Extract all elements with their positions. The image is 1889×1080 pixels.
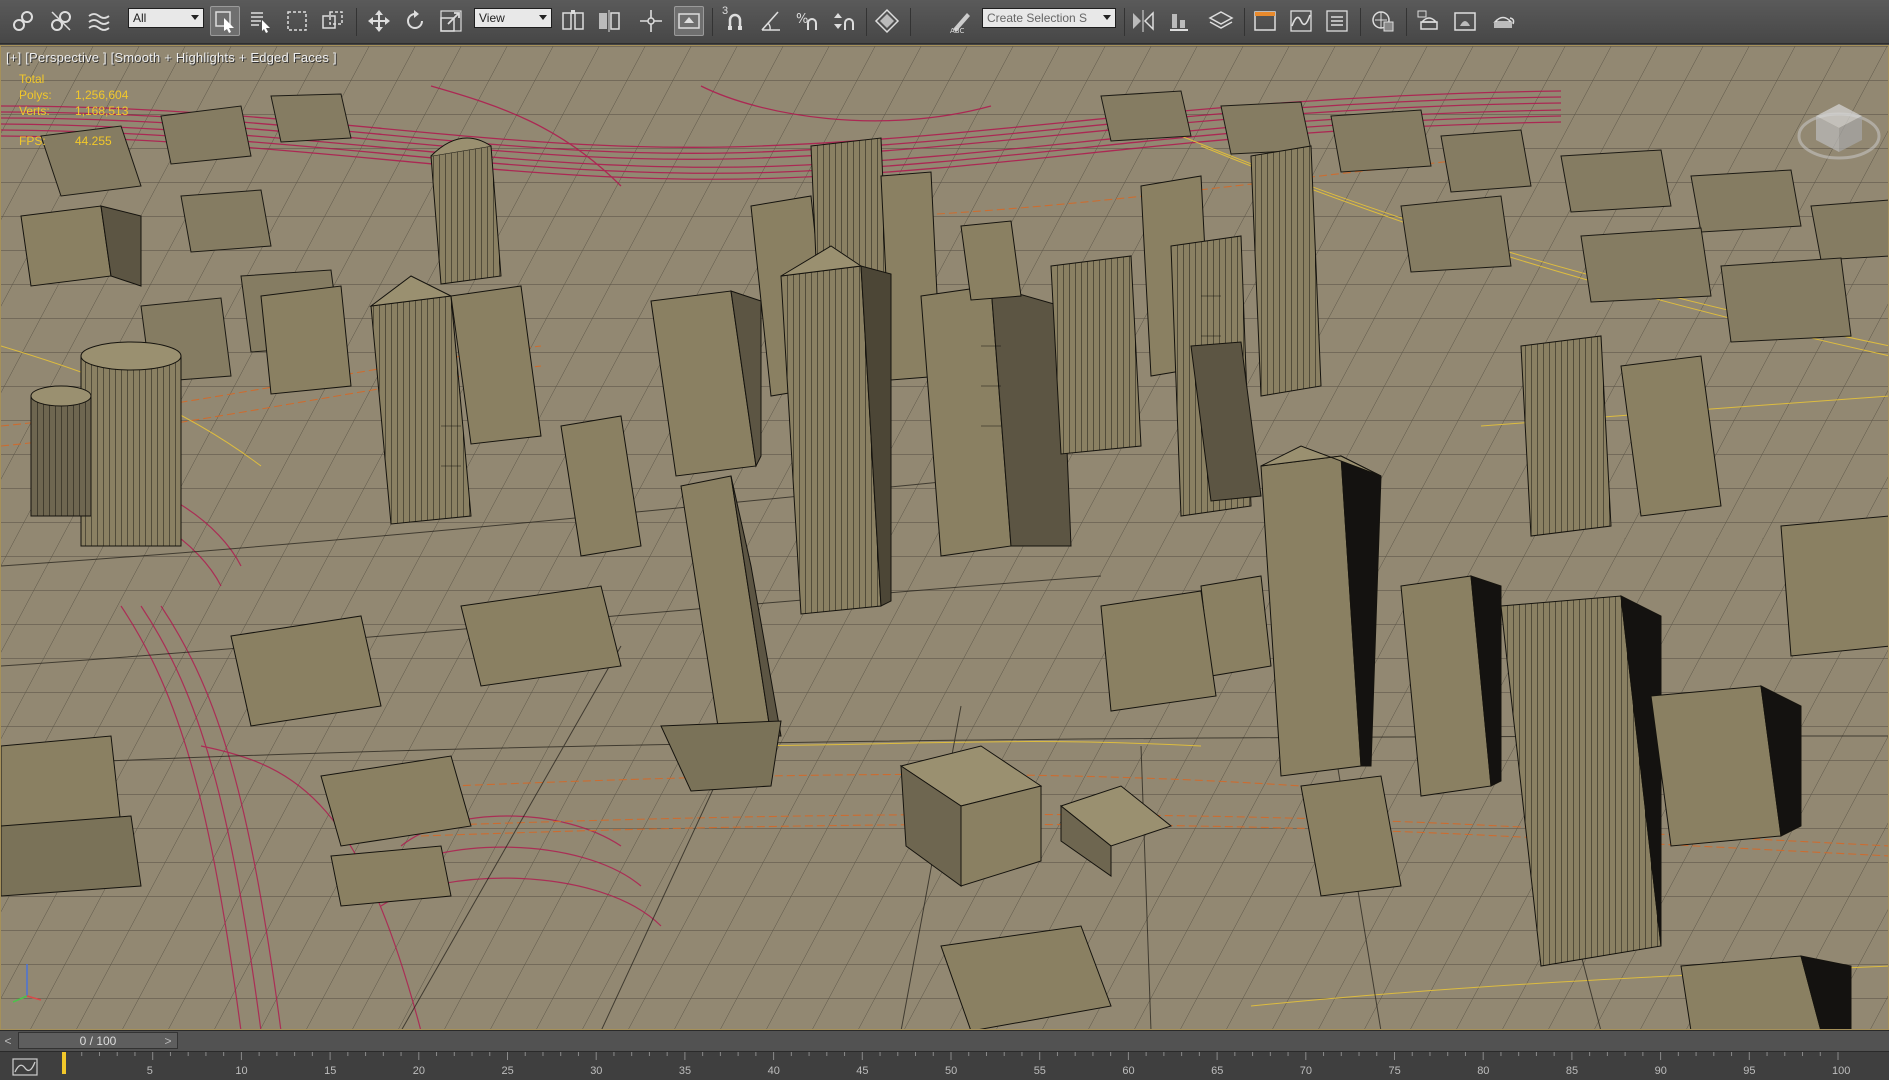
- svg-text:%: %: [796, 12, 808, 27]
- ruler-tick-label: 35: [679, 1065, 691, 1077]
- ruler-tick-label: 90: [1655, 1065, 1667, 1077]
- ruler-tick-label: 30: [590, 1065, 602, 1077]
- rendered-frame-window-icon[interactable]: [1450, 6, 1480, 36]
- previous-frame-button[interactable]: <: [0, 1031, 16, 1051]
- stats-polys: Polys: 1,256,604: [19, 88, 128, 102]
- stat-label: Polys:: [19, 88, 52, 102]
- chevron-down-icon: [1099, 9, 1115, 27]
- svg-text:ABC: ABC: [950, 27, 964, 34]
- curve-editor-mini-icon[interactable]: [12, 1058, 38, 1076]
- ruler-tick-label: 70: [1300, 1065, 1312, 1077]
- chevron-down-icon: [187, 9, 203, 27]
- ruler-tick-label: 15: [324, 1065, 336, 1077]
- named-selection-edit-icon[interactable]: ABC: [946, 6, 976, 36]
- unlink-selection-icon[interactable]: [46, 6, 76, 36]
- view-cube[interactable]: [1796, 86, 1882, 172]
- keyboard-shortcut-icon[interactable]: [674, 6, 704, 36]
- track-bar[interactable]: 5 10 15 20 25 30 35 40 45 50 55 60 65 70 75 80 85 90 95 100: [0, 1052, 1889, 1080]
- layer-manager-icon[interactable]: [1206, 6, 1236, 36]
- select-and-scale-icon[interactable]: [436, 6, 466, 36]
- stats-fps: FPS: 44.255: [19, 134, 112, 148]
- ruler-tick-label: 75: [1389, 1065, 1401, 1077]
- spinner-snap-icon[interactable]: [828, 6, 858, 36]
- use-pivot-center-icon[interactable]: [558, 6, 588, 36]
- coordinate-system-value: View: [479, 11, 505, 25]
- stat-label: Total: [19, 72, 45, 86]
- stat-label: FPS:: [19, 134, 46, 148]
- current-frame-marker[interactable]: [62, 1052, 66, 1074]
- stat-value: 1,256,604: [75, 88, 129, 102]
- time-bar: < 0 / 100 > 5 10 15 20 25 30 35 40 45 50 55 60 65 70 7…: [0, 1030, 1889, 1080]
- stat-value: 1,168,513: [75, 104, 129, 118]
- chevron-down-icon: [535, 9, 551, 27]
- edit-named-selection-icon[interactable]: [872, 6, 902, 36]
- ruler-tick-label: 100: [1832, 1065, 1850, 1077]
- align-tool-icon[interactable]: [1164, 6, 1194, 36]
- selection-filter-value: All: [133, 11, 147, 25]
- percent-snap-icon[interactable]: %: [792, 6, 822, 36]
- ruler-tick-label: 80: [1477, 1065, 1489, 1077]
- city-scene-render: [1, 46, 1888, 1029]
- next-frame-button[interactable]: >: [160, 1031, 176, 1051]
- stat-label: Verts:: [19, 104, 50, 118]
- select-by-name-icon[interactable]: [246, 6, 276, 36]
- curve-editor-icon[interactable]: [1286, 6, 1316, 36]
- selection-filter-dropdown[interactable]: All: [128, 8, 204, 28]
- frame-ruler[interactable]: 5 10 15 20 25 30 35 40 45 50 55 60 65 70 75 80 85 90 95 100: [58, 1052, 1889, 1080]
- main-toolbar: All View 3 % ABC Create Selection S: [0, 0, 1889, 44]
- stat-value: 44.255: [75, 134, 112, 148]
- select-object-icon[interactable]: [210, 6, 240, 36]
- ruler-tick-label: 5: [147, 1065, 153, 1077]
- stats-total: Total: [19, 72, 44, 86]
- mirror-icon[interactable]: [594, 6, 624, 36]
- axis-tripod-icon: [12, 964, 42, 1003]
- select-and-move-icon[interactable]: [364, 6, 394, 36]
- select-and-link-icon[interactable]: [8, 6, 38, 36]
- ruler-tick-label: 10: [235, 1065, 247, 1077]
- named-selection-dropdown[interactable]: Create Selection S: [982, 8, 1116, 28]
- material-editor-icon[interactable]: [1368, 6, 1398, 36]
- time-slider-thumb[interactable]: 0 / 100: [18, 1032, 178, 1049]
- render-setup-icon[interactable]: [1414, 6, 1444, 36]
- bind-to-space-warp-icon[interactable]: [84, 6, 114, 36]
- ruler-tick-label: 20: [413, 1065, 425, 1077]
- ruler-tick-label: 60: [1122, 1065, 1134, 1077]
- snaps-toggle-icon[interactable]: 3: [720, 5, 750, 36]
- reference-coordinate-dropdown[interactable]: View: [474, 8, 552, 28]
- ruler-tick-label: 95: [1743, 1065, 1755, 1077]
- snap-dimension-label: 3: [722, 5, 729, 17]
- render-production-icon[interactable]: [1488, 6, 1518, 36]
- ruler-tick-label: 55: [1034, 1065, 1046, 1077]
- viewport-label[interactable]: [+] [Perspective ] [Smooth + Highlights …: [6, 50, 337, 65]
- ruler-tick-label: 40: [768, 1065, 780, 1077]
- ruler-tick-label: 25: [502, 1065, 514, 1077]
- mirror-tool-icon[interactable]: [1128, 6, 1158, 36]
- schematic-view-icon[interactable]: [1322, 6, 1352, 36]
- window-crossing-icon[interactable]: [318, 6, 348, 36]
- rectangular-selection-icon[interactable]: [282, 6, 312, 36]
- ruler-tick-label: 85: [1566, 1065, 1578, 1077]
- ruler-tick-label: 65: [1211, 1065, 1223, 1077]
- named-selection-value: Create Selection S: [987, 11, 1088, 25]
- perspective-viewport[interactable]: [+] [Perspective ] [Smooth + Highlights …: [0, 45, 1889, 1030]
- frame-indicator: 0 / 100: [79, 1033, 117, 1048]
- select-and-manipulate-icon[interactable]: [636, 6, 666, 36]
- scene-explorer-icon[interactable]: [1250, 6, 1280, 36]
- ruler-tick-label: 45: [856, 1065, 868, 1077]
- ruler-tick-label: 50: [945, 1065, 957, 1077]
- time-slider[interactable]: < 0 / 100 >: [0, 1030, 1889, 1052]
- angle-snap-icon[interactable]: [756, 6, 786, 36]
- stats-verts: Verts: 1,168,513: [19, 104, 128, 118]
- select-and-rotate-icon[interactable]: [400, 6, 430, 36]
